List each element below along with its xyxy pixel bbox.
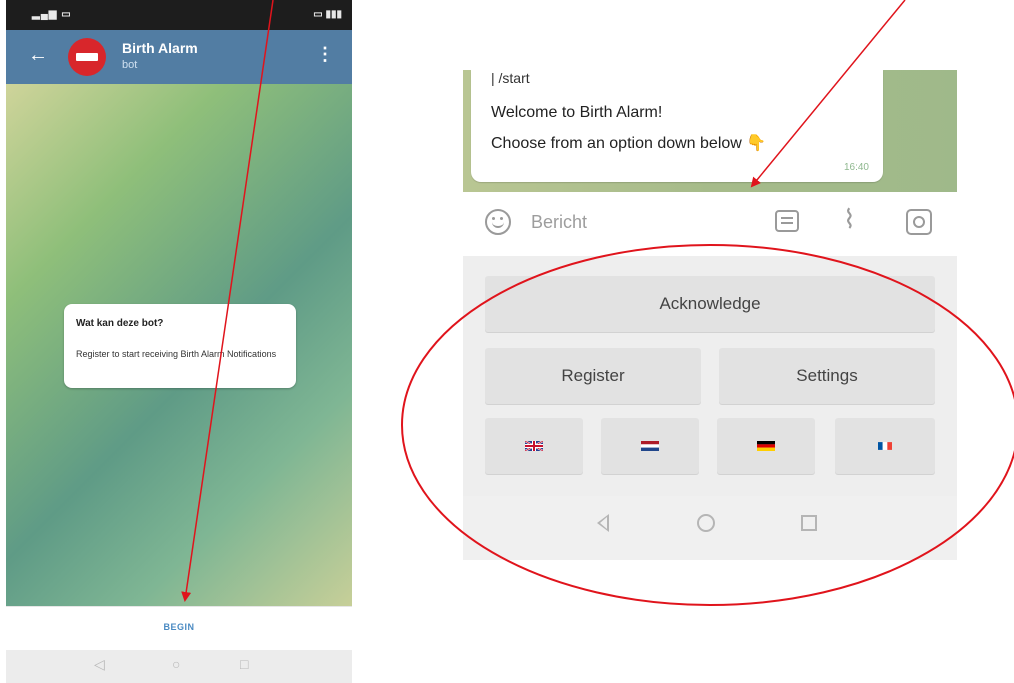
navigation-bar: ◁ ○ □ <box>6 650 352 683</box>
bot-keyboard: Acknowledge Register Settings <box>463 256 957 496</box>
german-flag-button[interactable] <box>717 418 815 474</box>
signal-icon: ▂▄▆ ▭ <box>32 9 72 20</box>
nav-back-icon[interactable] <box>597 514 617 534</box>
choose-option-text: Choose from an option down below 👇 <box>491 135 767 152</box>
bot-avatar[interactable] <box>68 38 106 76</box>
bot-keyboard-icon[interactable] <box>775 210 799 232</box>
pointing-down-emoji-icon: 👇 <box>746 135 767 152</box>
message-input-bar: Bericht ⌇ <box>463 192 957 256</box>
back-arrow-icon[interactable]: ← <box>28 44 48 67</box>
french-flag-button[interactable] <box>835 418 935 474</box>
bot-info-answer: Register to start receiving Birth Alarm … <box>76 349 277 359</box>
emoji-icon[interactable] <box>485 209 511 235</box>
chat-title: Birth Alarm <box>122 40 198 56</box>
start-command: | /start <box>491 70 530 86</box>
begin-bar: BEGIN <box>6 606 352 651</box>
right-phone-zoom: | /start Welcome to Birth Alarm! Choose … <box>463 70 957 560</box>
settings-button[interactable]: Settings <box>719 348 935 404</box>
chat-header: ← Birth Alarm bot ⋮ <box>6 30 352 84</box>
battery-icon: ▭ ▮▮▮ <box>313 9 342 20</box>
dutch-flag-button[interactable] <box>601 418 699 474</box>
attach-icon[interactable]: ⌇ <box>843 206 856 232</box>
english-flag-button[interactable] <box>485 418 583 474</box>
status-bar: ▂▄▆ ▭ ▭ ▮▮▮ <box>6 0 352 30</box>
more-options-icon[interactable]: ⋮ <box>316 44 334 65</box>
nav-back-icon[interactable]: ◁ <box>94 656 105 673</box>
bot-info-card: Wat kan deze bot? Register to start rece… <box>64 304 296 388</box>
nav-home-icon[interactable]: ○ <box>172 656 180 672</box>
nav-recent-icon[interactable]: □ <box>240 656 248 672</box>
chat-subtitle: bot <box>122 59 138 71</box>
welcome-text: Welcome to Birth Alarm! <box>491 104 663 121</box>
acknowledge-button[interactable]: Acknowledge <box>485 276 935 332</box>
message-bubble: | /start Welcome to Birth Alarm! Choose … <box>471 70 883 182</box>
nav-recent-icon[interactable] <box>801 515 817 531</box>
register-button[interactable]: Register <box>485 348 701 404</box>
nav-home-icon[interactable] <box>697 514 715 532</box>
message-time: 16:40 <box>843 162 869 173</box>
chat-area: | /start Welcome to Birth Alarm! Choose … <box>463 70 957 192</box>
germany-flag-icon <box>757 441 775 451</box>
camera-icon[interactable] <box>906 209 932 235</box>
uk-flag-icon <box>525 441 543 451</box>
netherlands-flag-icon <box>641 441 659 451</box>
bot-info-question: Wat kan deze bot? <box>76 318 164 329</box>
left-phone-screenshot: ▂▄▆ ▭ ▭ ▮▮▮ ← Birth Alarm bot ⋮ Wat kan … <box>6 0 352 683</box>
begin-button[interactable]: BEGIN <box>6 622 352 632</box>
navigation-bar <box>463 496 957 560</box>
message-input[interactable]: Bericht <box>531 212 587 233</box>
france-flag-icon <box>878 442 892 450</box>
